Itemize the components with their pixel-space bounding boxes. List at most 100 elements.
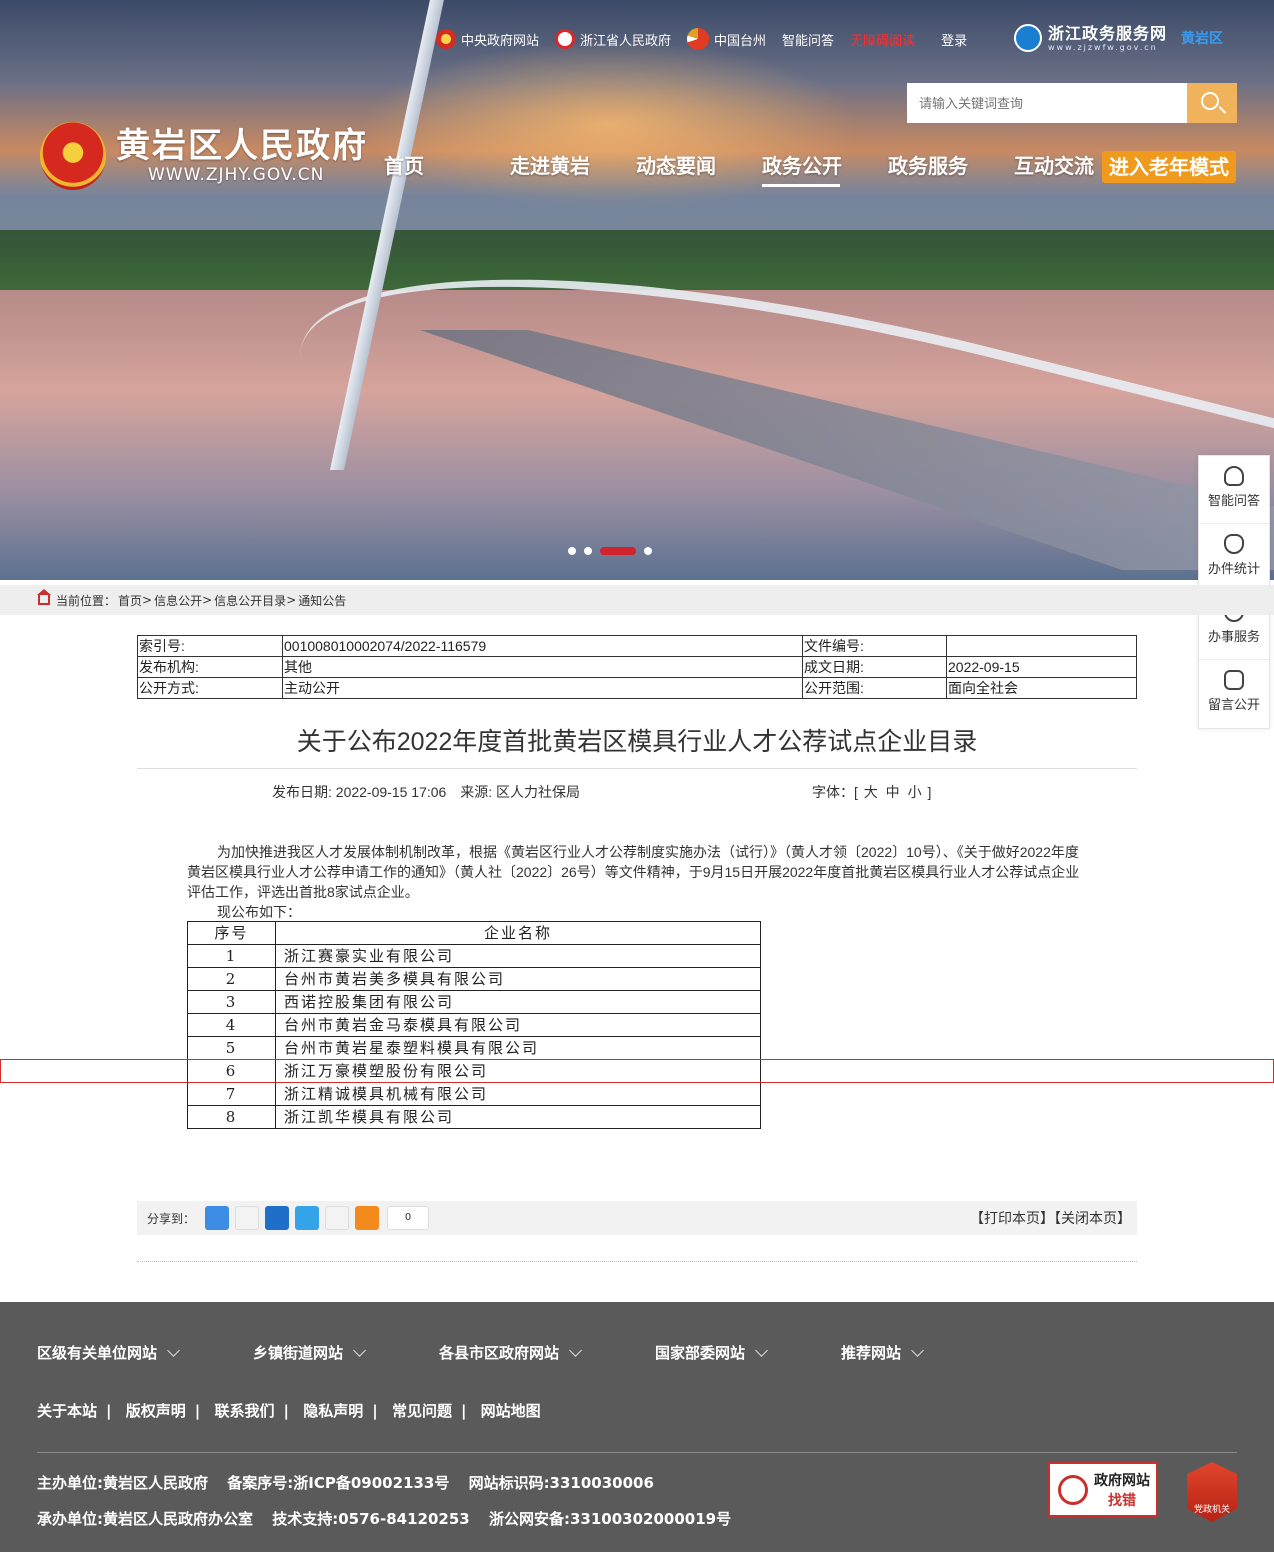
carousel-dot-active[interactable] — [600, 547, 636, 555]
gov-site-error-report-button[interactable]: 政府网站 找错 — [1048, 1462, 1158, 1517]
close-page-link[interactable]: 【关闭本页】 — [1054, 1210, 1131, 1226]
meta-row: 公开方式: 主动公开 公开范围: 面向全社会 — [137, 677, 1137, 699]
share-count: 0 — [387, 1206, 430, 1230]
party-gov-badge[interactable]: 党政机关 — [1187, 1462, 1237, 1522]
breadcrumb-home[interactable]: 首页 — [118, 592, 142, 609]
footer-county-sites[interactable]: 各县市区政府网站 — [439, 1342, 655, 1363]
footer-about[interactable]: 关于本站 — [37, 1402, 97, 1420]
nav-gov-info-open[interactable]: 政务公开 — [762, 150, 888, 187]
font-medium-button[interactable]: 中 — [886, 784, 900, 800]
phone-icon — [1224, 670, 1244, 690]
publish-date: 发布日期: 2022-09-15 17:06 — [272, 784, 447, 800]
link-zhejiang-gov[interactable]: 浙江省人民政府 — [555, 29, 671, 49]
banner-trees — [0, 230, 1274, 290]
nav-about-huangyan[interactable]: 走进黄岩 — [510, 150, 636, 179]
footer-sitemap[interactable]: 网站地图 — [481, 1402, 541, 1420]
side-case-stats[interactable]: 办件统计 — [1199, 524, 1269, 592]
share-more-icon[interactable] — [355, 1206, 380, 1230]
carousel-dot[interactable] — [644, 547, 652, 555]
table-row: 5 台州市黄岩星泰塑料模具有限公司 — [187, 1036, 761, 1060]
link-smart-qa[interactable]: 智能问答 — [782, 30, 834, 49]
document-meta-table: 索引号: 001008010002074/2022-116579 文件编号: 发… — [137, 635, 1137, 699]
nav-news[interactable]: 动态要闻 — [636, 150, 762, 179]
side-messages[interactable]: 留言公开 — [1199, 660, 1269, 728]
footer-dept-sites[interactable]: 区级有关单位网站 — [37, 1342, 253, 1363]
footer-contact[interactable]: 联系我们 — [214, 1402, 274, 1420]
national-emblem-icon — [40, 122, 106, 190]
side-smart-qa[interactable]: 智能问答 — [1199, 456, 1269, 524]
divider — [37, 1452, 1237, 1453]
search-button[interactable] — [1187, 83, 1237, 123]
breadcrumb-info-open[interactable]: 信息公开 — [154, 592, 202, 609]
font-small-button[interactable]: 小 — [908, 784, 922, 800]
zhejiang-logo-icon — [555, 29, 576, 49]
shield-icon — [1224, 534, 1244, 554]
share-weibo-icon[interactable] — [235, 1206, 260, 1230]
footer-copyright[interactable]: 版权声明 — [126, 1402, 186, 1420]
zjfw-logo-link[interactable]: 浙江政务服务网 www.zjzwfw.gov.cn 黄岩区 — [1014, 24, 1223, 52]
divider — [137, 1261, 1137, 1262]
chevron-down-icon — [167, 1344, 180, 1357]
article-paragraph: 为加快推进我区人才发展体制机制改革，根据《黄岩区行业人才公荐制度实施办法（试行）… — [187, 844, 1080, 900]
footer-link-groups: 区级有关单位网站 乡镇街道网站 各县市区政府网站 国家部委网站 推荐网站 — [37, 1342, 924, 1363]
footer-recommended-sites[interactable]: 推荐网站 — [841, 1342, 924, 1363]
chevron-down-icon — [755, 1344, 768, 1357]
search-icon — [1201, 92, 1219, 110]
carousel-dot[interactable] — [584, 547, 592, 555]
search-input[interactable] — [907, 83, 1187, 123]
footer: 区级有关单位网站 乡镇街道网站 各县市区政府网站 国家部委网站 推荐网站 关于本… — [0, 1302, 1274, 1552]
share-renren-icon[interactable] — [265, 1206, 290, 1230]
breadcrumb: 当前位置： 首页 > 信息公开 > 信息公开目录 > 通知公告 — [0, 585, 1274, 615]
nav-home[interactable]: 首页 — [384, 150, 510, 179]
table-header-row: 序号 企业名称 — [187, 921, 761, 945]
enterprise-table: 序号 企业名称 1 浙江赛豪实业有限公司 2 台州市黄岩美多模具有限公司 3 西诺控股… — [187, 921, 761, 1129]
elder-mode-button[interactable]: 进入老年模式 — [1102, 151, 1236, 183]
footer-ministry-sites[interactable]: 国家部委网站 — [655, 1342, 841, 1363]
footer-info-1: 主办单位:黄岩区人民政府 备案序号:浙ICP备09002133号 网站标识码:3… — [37, 1474, 654, 1492]
link-central-gov[interactable]: 中央政府网站 — [436, 29, 539, 49]
headset-icon — [1224, 466, 1244, 486]
footer-town-sites[interactable]: 乡镇街道网站 — [253, 1342, 439, 1363]
table-row: 1 浙江赛豪实业有限公司 — [187, 944, 761, 968]
site-url: WWW.ZJHY.GOV.CN — [148, 165, 325, 185]
link-login[interactable]: 登录 — [941, 30, 967, 49]
footer-faq[interactable]: 常见问题 — [392, 1402, 452, 1420]
footer-privacy[interactable]: 隐私声明 — [303, 1402, 363, 1420]
share-qzone-icon[interactable] — [205, 1206, 230, 1230]
footer-nav: 关于本站 | 版权声明 | 联系我们 | 隐私声明 | 常见问题 | 网站地图 — [37, 1402, 541, 1420]
meta-row: 索引号: 001008010002074/2022-116579 文件编号: — [137, 635, 1137, 657]
meta-row: 发布机构: 其他 成文日期: 2022-09-15 — [137, 656, 1137, 678]
chevron-down-icon — [353, 1344, 366, 1357]
chevron-down-icon — [569, 1344, 582, 1357]
top-links: 中央政府网站 浙江省人民政府 中国台州 智能问答 无障碍阅读 登录 — [436, 28, 967, 50]
magnifier-icon — [1058, 1474, 1088, 1505]
taizhou-logo-icon — [687, 28, 710, 50]
divider — [137, 768, 1137, 769]
site-logo[interactable]: 黄岩区人民政府 WWW.ZJHY.GOV.CN — [40, 122, 368, 190]
breadcrumb-info-catalog[interactable]: 信息公开目录 — [214, 592, 286, 609]
link-taizhou[interactable]: 中国台州 — [687, 28, 766, 50]
font-size-control: 字体：[ 大 中 小 ] — [812, 784, 932, 800]
share-tencent-icon[interactable] — [295, 1206, 320, 1230]
national-emblem-icon — [436, 29, 456, 49]
article-title: 关于公布2022年度首批黄岩区模具行业人才公荐试点企业目录 — [296, 728, 978, 756]
article-paragraph-2: 现公布如下： — [217, 904, 301, 920]
main-nav: 首页 走进黄岩 动态要闻 政务公开 政务服务 互动交流 — [384, 150, 1140, 187]
breadcrumb-notices[interactable]: 通知公告 — [298, 592, 346, 609]
share-qq-icon[interactable] — [325, 1206, 350, 1230]
article-source: 来源: 区人力社保局 — [460, 784, 580, 800]
site-title: 黄岩区人民政府 — [116, 126, 368, 166]
article-info: 发布日期: 2022-09-15 17:06 来源: 区人力社保局 — [272, 782, 590, 802]
chevron-down-icon — [911, 1344, 924, 1357]
footer-info-2: 承办单位:黄岩区人民政府办公室 技术支持:0576-84120253 浙公网安备… — [37, 1510, 732, 1528]
search-bar — [907, 83, 1237, 123]
carousel-dot[interactable] — [568, 547, 576, 555]
share-bar: 分享到： 0 【打印本页】【关闭本页】 — [137, 1201, 1137, 1235]
link-accessible-reading[interactable]: 无障碍阅读 — [850, 30, 915, 49]
home-icon — [37, 589, 51, 605]
print-page-link[interactable]: 【打印本页】 — [970, 1210, 1054, 1226]
table-row: 4 台州市黄岩金马泰模具有限公司 — [187, 1013, 761, 1037]
table-row: 8 浙江凯华模具有限公司 — [187, 1105, 761, 1129]
nav-gov-service[interactable]: 政务服务 — [888, 150, 1014, 179]
font-large-button[interactable]: 大 — [864, 784, 878, 800]
